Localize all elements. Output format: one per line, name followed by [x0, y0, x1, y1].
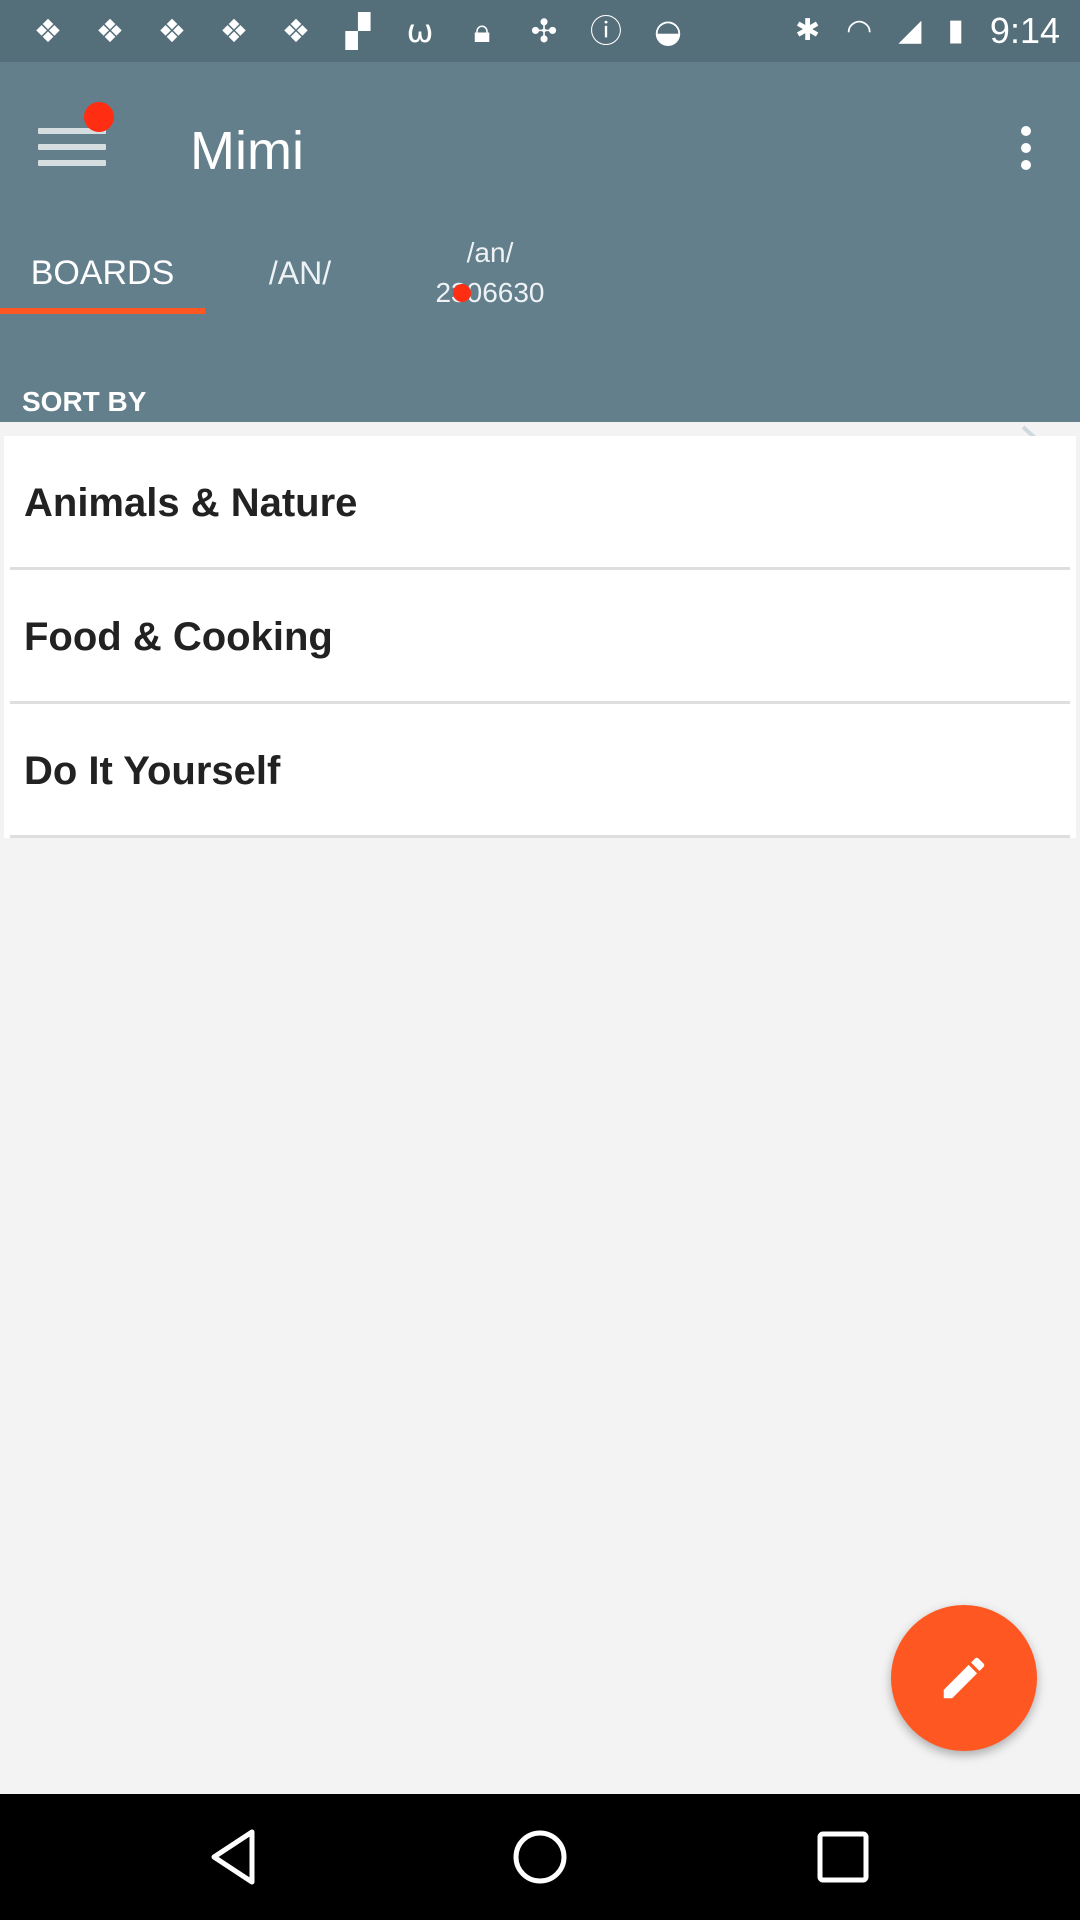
- wp-icon: ω: [406, 12, 434, 50]
- battery-icon: ▮: [947, 13, 964, 48]
- bluetooth-icon: ✱: [795, 13, 821, 48]
- board-item-food-cooking[interactable]: Food & Cooking: [4, 570, 1076, 704]
- sort-by-label: SORT BY: [22, 386, 147, 417]
- signal-icon: ◢: [898, 13, 922, 48]
- tab-an-thread-board: /an/: [466, 237, 514, 268]
- info-icon: ⓘ: [589, 12, 622, 50]
- lock-icon: 🔒︎: [473, 12, 491, 50]
- app-bar: Mimi BOARDS /AN/ /an/ 2306630 SORT BY Bo…: [0, 62, 1080, 464]
- more-vert-icon: [1021, 126, 1031, 136]
- home-icon[interactable]: [505, 1822, 575, 1892]
- tab-an[interactable]: /AN/: [220, 230, 380, 316]
- notification-icon: ❖: [95, 12, 125, 50]
- compose-button[interactable]: [891, 1605, 1037, 1751]
- status-time: 9:14: [989, 10, 1060, 51]
- board-list: Animals & Nature Food & Cooking Do It Yo…: [4, 436, 1076, 838]
- board-item-label: Do It Yourself: [24, 748, 281, 793]
- notification-badge: [84, 102, 114, 132]
- back-icon[interactable]: [200, 1822, 270, 1892]
- wifi-icon: ◠: [846, 13, 873, 48]
- notification-icon: ❖: [219, 12, 249, 50]
- flipboard-icon: ▞: [345, 12, 371, 50]
- system-nav-bar: [0, 1794, 1080, 1920]
- notification-icon: ❖: [157, 12, 187, 50]
- more-options-button[interactable]: [996, 108, 1056, 188]
- divider: [10, 835, 1070, 838]
- notification-icon: ❖: [33, 12, 63, 50]
- tab-bar: BOARDS /AN/ /an/ 2306630: [0, 230, 1080, 316]
- tab-boards[interactable]: BOARDS: [0, 230, 205, 316]
- tab-indicator: [0, 308, 205, 314]
- board-item-do-it-yourself[interactable]: Do It Yourself: [4, 704, 1076, 838]
- status-system-icons: ✱ ◠ ◢ ▮ 9:14: [795, 10, 1060, 52]
- android-icon: ◒: [654, 12, 682, 50]
- satellite-icon: ✣: [530, 12, 558, 50]
- page-title: Mimi: [190, 121, 304, 181]
- status-notification-icons: ❖ ❖ ❖ ❖ ❖ ▞ ω 🔒︎ ✣ ⓘ ◒: [28, 10, 688, 52]
- pencil-icon: [943, 1657, 985, 1699]
- tab-an-thread[interactable]: /an/ 2306630: [410, 230, 570, 316]
- tab-badge: [453, 284, 471, 302]
- board-item-animals-nature[interactable]: Animals & Nature: [4, 436, 1076, 570]
- status-bar: ❖ ❖ ❖ ❖ ❖ ▞ ω 🔒︎ ✣ ⓘ ◒ ✱ ◠ ◢ ▮ 9:14: [0, 0, 1080, 62]
- notification-icon: ❖: [281, 12, 311, 50]
- board-item-label: Food & Cooking: [24, 614, 333, 659]
- tab-an-thread-number: 2306630: [435, 277, 545, 308]
- board-item-label: Animals & Nature: [24, 480, 358, 525]
- recents-icon[interactable]: [808, 1822, 878, 1892]
